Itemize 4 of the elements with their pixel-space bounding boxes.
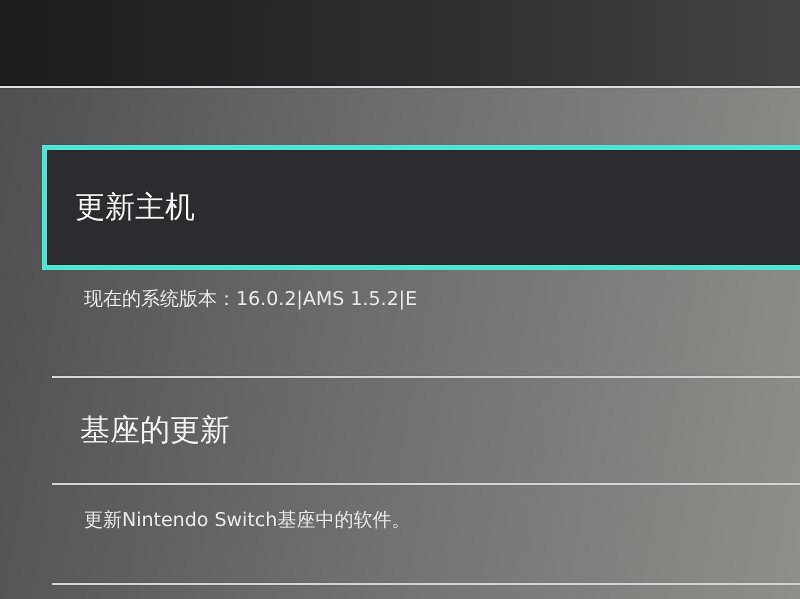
item-description: 现在的系统版本：16.0.2|AMS 1.5.2|E [84, 288, 418, 310]
settings-item[interactable]: 基座的更新 [52, 378, 800, 485]
item-description: 更新Nintendo Switch基座中的软件。 [84, 509, 410, 531]
settings-item[interactable]: 更新主机 [42, 145, 800, 270]
